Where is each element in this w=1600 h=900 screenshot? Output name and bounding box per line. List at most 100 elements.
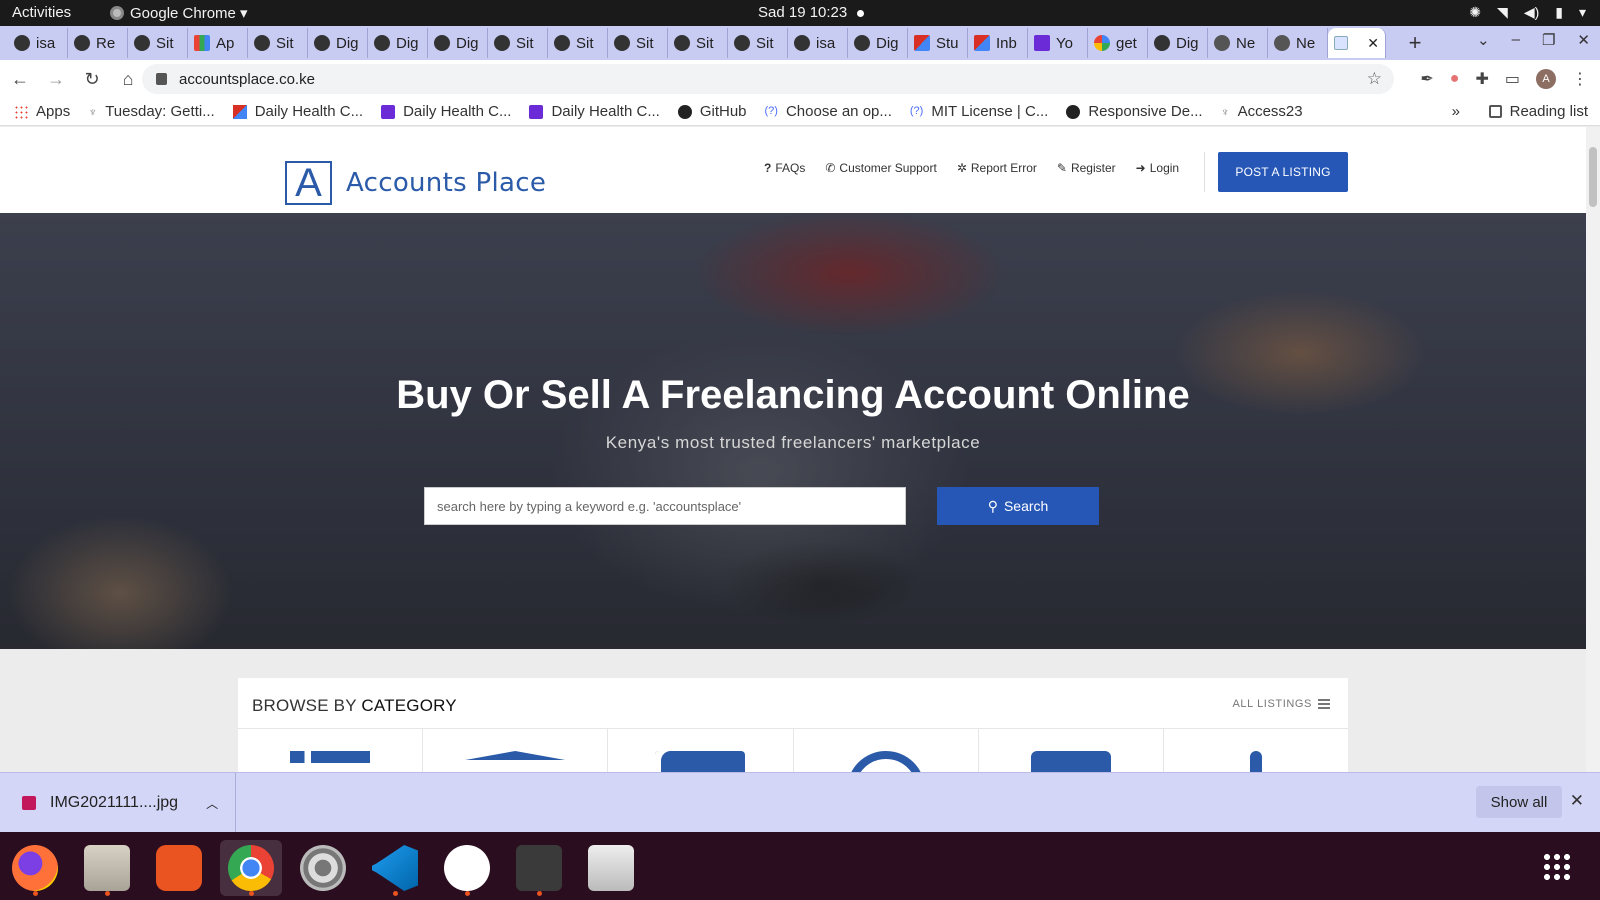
- bookmark-item[interactable]: (?) Choose an op...: [765, 103, 892, 120]
- activities-button[interactable]: Activities: [12, 4, 71, 21]
- screen-recorder-extension-icon[interactable]: ●: [1450, 70, 1460, 88]
- nav-link[interactable]: ✆ Customer Support: [825, 161, 936, 175]
- dock-terminal[interactable]: [508, 840, 570, 896]
- bookmark-item[interactable]: (?) MIT License | C...: [910, 103, 1048, 120]
- minimize-icon[interactable]: –: [1512, 31, 1520, 49]
- running-indicator: [537, 891, 542, 896]
- bookmark-item[interactable]: GitHub: [677, 103, 747, 120]
- extensions-puzzle-icon[interactable]: ✚: [1475, 69, 1488, 89]
- dock-chrome[interactable]: [220, 840, 282, 896]
- bookmark-star-icon[interactable]: ☆: [1367, 69, 1382, 89]
- browser-tab[interactable]: Inb: [968, 28, 1028, 58]
- browser-tab[interactable]: Sit: [128, 28, 188, 58]
- clock[interactable]: Sad 19 10:23: [758, 4, 847, 21]
- nav-link[interactable]: ? FAQs: [764, 161, 805, 175]
- browser-tab[interactable]: Sit: [608, 28, 668, 58]
- reading-list-button[interactable]: Reading list: [1488, 103, 1588, 120]
- close-tab-icon[interactable]: ✕: [1367, 35, 1379, 52]
- system-tray[interactable]: ✺ ◥ ◀) ▮ ▾: [1469, 4, 1586, 21]
- browser-tab[interactable]: Dig: [428, 28, 488, 58]
- dock-vscode[interactable]: [364, 840, 426, 896]
- category-item[interactable]: [608, 729, 794, 772]
- home-icon[interactable]: ⌂: [112, 69, 144, 90]
- post-listing-button[interactable]: POST A LISTING: [1218, 152, 1348, 192]
- category-item[interactable]: [423, 729, 609, 772]
- tab-label: Ne: [1296, 34, 1316, 52]
- dock-slack[interactable]: [436, 840, 498, 896]
- download-item[interactable]: IMG2021111....jpg ︿: [12, 773, 236, 833]
- profile-avatar[interactable]: A: [1536, 69, 1556, 89]
- bookmark-item[interactable]: Apps: [14, 103, 70, 120]
- bookmark-item[interactable]: Daily Health C...: [381, 103, 511, 120]
- github-icon: [14, 35, 30, 51]
- app-menu[interactable]: Google Chrome ▾: [110, 4, 248, 22]
- bookmark-item[interactable]: Daily Health C...: [232, 103, 363, 120]
- forward-icon[interactable]: →: [40, 69, 72, 90]
- bookmark-item[interactable]: Daily Health C...: [529, 103, 660, 120]
- browser-tab[interactable]: isa: [788, 28, 848, 58]
- browser-tab[interactable]: Re: [68, 28, 128, 58]
- address-bar[interactable]: accountsplace.co.ke ☆: [142, 64, 1394, 94]
- nav-link[interactable]: ➜ Login: [1136, 161, 1179, 175]
- dock-settings[interactable]: [292, 840, 354, 896]
- search-input[interactable]: [424, 487, 906, 525]
- reload-icon[interactable]: ↻: [76, 69, 108, 90]
- show-all-button[interactable]: Show all: [1476, 786, 1562, 818]
- browser-tab[interactable]: Dig: [368, 28, 428, 58]
- browser-tab[interactable]: Dig: [848, 28, 908, 58]
- browser-tab[interactable]: Sit: [668, 28, 728, 58]
- close-window-icon[interactable]: ✕: [1577, 31, 1590, 49]
- browser-tab[interactable]: Yo: [1028, 28, 1088, 58]
- active-tab[interactable]: ✕: [1328, 28, 1386, 58]
- bookmark-label: GitHub: [699, 103, 747, 120]
- bookmark-item[interactable]: ♆ Tuesday: Getti...: [88, 103, 215, 120]
- site-logo[interactable]: A Accounts Place: [285, 161, 546, 205]
- scrollbar-thumb[interactable]: [1589, 147, 1597, 207]
- browser-tab[interactable]: Ne: [1268, 28, 1328, 58]
- category-item[interactable]: [238, 729, 424, 772]
- all-listings-link[interactable]: ALL LISTINGS: [1232, 698, 1330, 710]
- nav-link[interactable]: ✲ Report Error: [957, 161, 1037, 175]
- tab-search-icon[interactable]: ⌄: [1477, 31, 1490, 49]
- show-applications-icon[interactable]: [1542, 852, 1572, 882]
- bookmarks-overflow-chevron-icon[interactable]: »: [1452, 103, 1460, 120]
- category-item[interactable]: [1164, 729, 1348, 772]
- chevron-up-icon[interactable]: ︿: [206, 795, 218, 812]
- page-scrollbar[interactable]: [1586, 127, 1600, 772]
- browser-tab[interactable]: Sit: [488, 28, 548, 58]
- new-tab-button[interactable]: +: [1400, 30, 1430, 56]
- browser-tab[interactable]: Ap: [188, 28, 248, 58]
- bookmark-label: Responsive De...: [1088, 103, 1203, 120]
- browser-tab[interactable]: Dig: [1148, 28, 1208, 58]
- restore-icon[interactable]: ❐: [1542, 31, 1555, 49]
- search-button-label: Search: [1003, 498, 1049, 514]
- dock-ubuntu-software[interactable]: [148, 840, 210, 896]
- close-download-bar-icon[interactable]: ✕: [1570, 791, 1584, 811]
- bookmark-palm-icon: ♆: [1220, 104, 1230, 119]
- dock-screenshot[interactable]: [580, 840, 642, 896]
- dock-files[interactable]: [76, 840, 138, 896]
- back-icon[interactable]: ←: [4, 69, 36, 90]
- browser-tab[interactable]: Dig: [308, 28, 368, 58]
- browser-tab[interactable]: Sit: [728, 28, 788, 58]
- bookmark-item[interactable]: Responsive De...: [1066, 103, 1203, 120]
- cast-icon[interactable]: ▭: [1505, 69, 1520, 89]
- browser-tab[interactable]: Sit: [548, 28, 608, 58]
- nav-link[interactable]: ✎ Register: [1057, 161, 1116, 175]
- browser-tab[interactable]: Stu: [908, 28, 968, 58]
- browser-tab[interactable]: Sit: [248, 28, 308, 58]
- browser-tab[interactable]: get: [1088, 28, 1148, 58]
- lock-icon[interactable]: [156, 73, 167, 85]
- dock-firefox[interactable]: [4, 840, 66, 896]
- pen-extension-icon[interactable]: ✒: [1420, 69, 1433, 89]
- url-text[interactable]: accountsplace.co.ke: [179, 71, 315, 88]
- browse-prefix: BROWSE BY: [252, 696, 357, 715]
- browser-tab[interactable]: isa: [8, 28, 68, 58]
- chrome-menu-icon[interactable]: ⋮: [1572, 69, 1588, 89]
- browser-tab[interactable]: Ne: [1208, 28, 1268, 58]
- category-item[interactable]: [794, 729, 979, 772]
- category-item[interactable]: [979, 729, 1164, 772]
- extensions-area: ✒ ● ✚ ▭ A ⋮: [1420, 69, 1588, 89]
- search-button[interactable]: ⚲ Search: [937, 487, 1099, 525]
- bookmark-item[interactable]: ♆ Access23: [1221, 103, 1303, 120]
